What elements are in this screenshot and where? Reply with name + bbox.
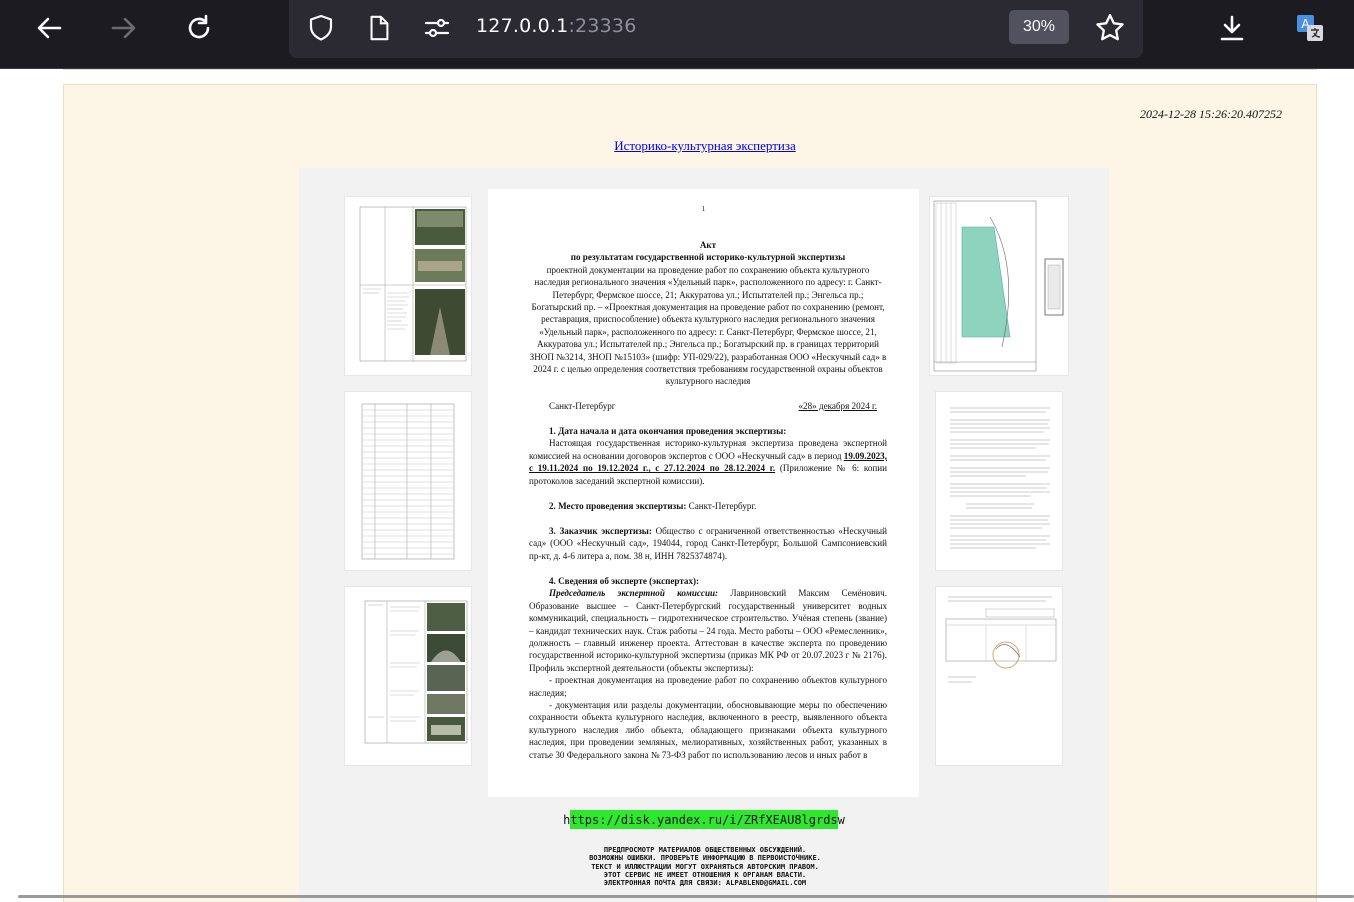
section-3: 3. Заказчик экспертизы: Общество с огран… <box>529 526 888 561</box>
yandex-disk-link[interactable]: https://disk.yandex.ru/i/ZRfXEAU8lgrdsw <box>563 810 845 829</box>
thumbnail-page-signature-stamp[interactable] <box>935 586 1063 766</box>
thumbnail-page-table-photos-2[interactable] <box>344 586 472 766</box>
section-1: 1. Дата начала и дата окончания проведен… <box>529 425 887 487</box>
act-heading: Акт по результатам государственной истор… <box>529 239 887 388</box>
thumbnail-page-table-photos[interactable] <box>344 196 472 376</box>
back-arrow-icon[interactable] <box>29 8 69 48</box>
download-icon[interactable] <box>1212 8 1252 48</box>
section-4-heading: 4. Сведения об эксперте (экспертах): <box>549 576 700 586</box>
star-icon[interactable] <box>1092 10 1128 46</box>
act-subtitle: по результатам государственной историко-… <box>570 252 846 263</box>
act-date: «28» декабря 2024 г. <box>798 401 877 411</box>
permissions-icon[interactable] <box>419 10 455 46</box>
act-title: Акт <box>699 240 717 250</box>
disclaimer: ПРЕДПРОСМОТР МАТЕРИАЛОВ ОБЩЕСТВЕННЫХ ОБС… <box>589 846 821 888</box>
forward-arrow-icon[interactable] <box>104 8 144 48</box>
reload-icon[interactable] <box>179 8 219 48</box>
document-link[interactable]: Историко-культурная экспертиза <box>520 138 890 154</box>
horizontal-scrollbar[interactable] <box>18 895 1354 898</box>
browser-toolbar: 127.0.0.1:23336 30% A <box>0 0 1354 69</box>
zoom-level-badge[interactable]: 30% <box>1009 10 1069 44</box>
page-top-divider <box>63 69 1317 70</box>
page-icon[interactable] <box>361 10 397 46</box>
act-intro: проектной документации на проведение раб… <box>529 264 887 387</box>
section-1-text: Настоящая государственная историко-культ… <box>529 438 887 486</box>
shield-icon[interactable] <box>303 10 339 46</box>
thumbnail-page-text[interactable] <box>935 391 1063 571</box>
section-1-heading: 1. Дата начала и дата окончания проведен… <box>549 426 787 436</box>
thumbnail-page-coordinates-table[interactable] <box>344 391 472 571</box>
thumbnail-page-plan-drawing[interactable] <box>929 196 1069 376</box>
section-2: 2. Место проведения экспертизы: Санкт-Пе… <box>549 501 757 511</box>
url-text[interactable]: 127.0.0.1:23336 <box>476 15 637 37</box>
url-bar[interactable]: 127.0.0.1:23336 30% <box>289 0 1143 58</box>
translate-icon[interactable]: A <box>1290 8 1330 48</box>
page-number: 1 <box>701 205 706 213</box>
document-page: 1 Акт по результатам государственной ист… <box>488 189 919 797</box>
section-4: 4. Сведения об эксперте (экспертах): Пре… <box>529 576 887 760</box>
place-date-row: Санкт-Петербург «28» декабря 2024 г. <box>529 400 887 412</box>
timestamp: 2024-12-28 15:26:20.407252 <box>1140 107 1282 121</box>
act-city: Санкт-Петербург <box>549 401 616 411</box>
